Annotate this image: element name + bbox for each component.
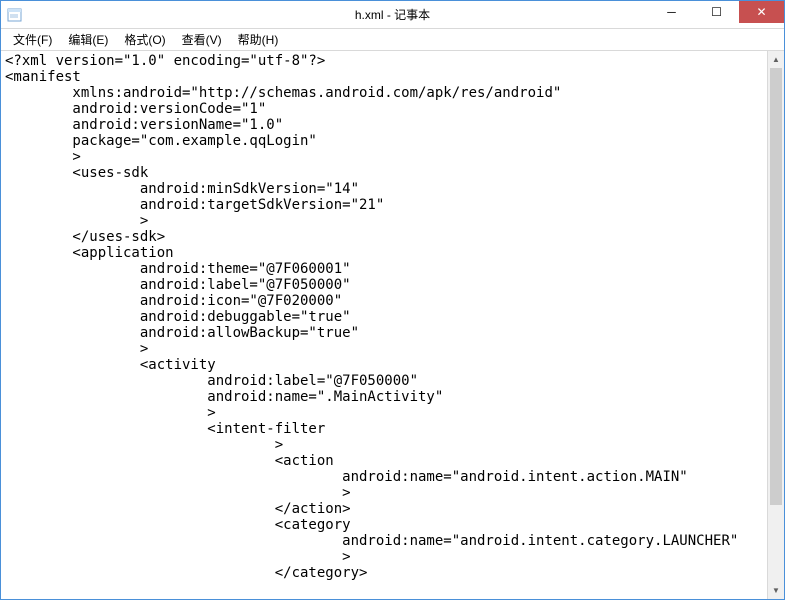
menu-bar: 文件(F) 编辑(E) 格式(O) 查看(V) 帮助(H) [1, 29, 784, 51]
maximize-button[interactable]: ☐ [694, 1, 739, 23]
content-area: <?xml version="1.0" encoding="utf-8"?> <… [1, 51, 784, 599]
scroll-thumb[interactable] [770, 68, 782, 505]
window-controls: ─ ☐ ✕ [649, 1, 784, 28]
close-button[interactable]: ✕ [739, 1, 784, 23]
menu-edit[interactable]: 编辑(E) [60, 29, 116, 50]
scroll-track[interactable] [768, 68, 784, 582]
menu-file[interactable]: 文件(F) [5, 29, 60, 50]
scroll-down-arrow[interactable]: ▼ [768, 582, 784, 599]
app-icon [7, 7, 23, 23]
vertical-scrollbar[interactable]: ▲ ▼ [767, 51, 784, 599]
menu-help[interactable]: 帮助(H) [230, 29, 287, 50]
menu-format[interactable]: 格式(O) [116, 29, 173, 50]
minimize-button[interactable]: ─ [649, 1, 694, 23]
scroll-up-arrow[interactable]: ▲ [768, 51, 784, 68]
menu-view[interactable]: 查看(V) [174, 29, 230, 50]
text-editor[interactable]: <?xml version="1.0" encoding="utf-8"?> <… [1, 51, 767, 599]
title-bar: h.xml - 记事本 ─ ☐ ✕ [1, 1, 784, 29]
